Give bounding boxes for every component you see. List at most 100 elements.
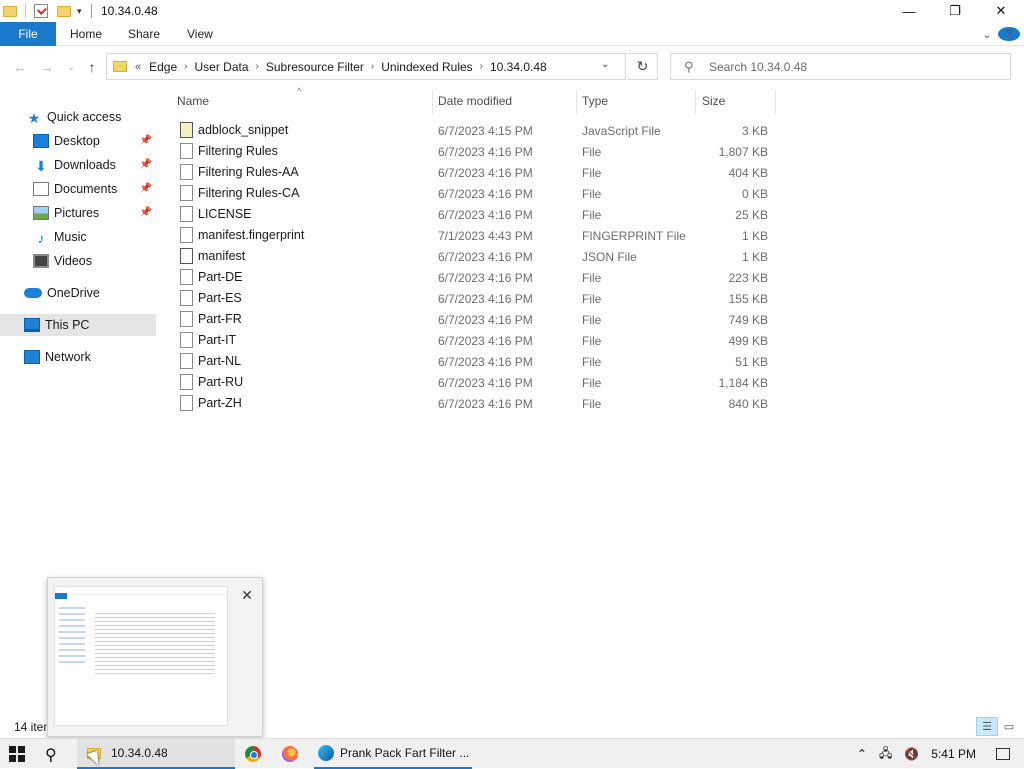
chevron-right-icon[interactable]: › <box>480 61 483 72</box>
address-bar[interactable]: « Edge › User Data › Subresource Filter … <box>106 53 626 80</box>
nav-item-pictures[interactable]: Pictures 📌 <box>0 202 156 224</box>
minimize-button[interactable]: — <box>886 0 932 22</box>
file-size: 3 KB <box>741 124 768 138</box>
chevron-up-icon[interactable]: ⌃ <box>857 747 867 761</box>
nav-item-this-pc[interactable]: This PC <box>0 314 156 336</box>
column-divider[interactable] <box>576 90 577 114</box>
up-arrow-icon[interactable]: ↑ <box>83 58 101 76</box>
navigation-bar: ← → ⌄ ↑ « Edge › User Data › Subresource… <box>0 50 1024 84</box>
column-divider[interactable] <box>695 90 696 114</box>
nav-item-label: Pictures <box>54 206 100 220</box>
chrome-icon[interactable] <box>245 746 261 762</box>
file-row[interactable]: adblock_snippet 6/7/2023 4:15 PM JavaScrip… <box>158 120 1024 141</box>
search-box[interactable]: ⚲ Search 10.34.0.48 <box>670 53 1011 80</box>
file-date-modified: 6/7/2023 4:16 PM <box>438 355 533 369</box>
column-header-size[interactable]: Size <box>702 88 725 114</box>
nav-item-onedrive[interactable]: OneDrive <box>0 282 156 304</box>
column-header-name[interactable]: Name <box>177 88 209 114</box>
file-row[interactable]: Filtering Rules-AA 6/7/2023 4:16 PM File 40… <box>158 162 1024 183</box>
ribbon-controls: ⌄ ? <box>976 22 1024 46</box>
file-date-modified: 6/7/2023 4:16 PM <box>438 250 533 264</box>
nav-item-desktop[interactable]: Desktop 📌 <box>0 130 156 152</box>
onedrive-icon <box>24 288 42 298</box>
system-tray: ⌃ 🖧 🔇 5:41 PM <box>851 739 1024 769</box>
help-icon[interactable]: ? <box>998 27 1020 41</box>
nav-item-documents[interactable]: Documents 📌 <box>0 178 156 200</box>
file-row[interactable]: Part-IT 6/7/2023 4:16 PM File 499 KB <box>158 330 1024 351</box>
details-view-icon[interactable]: ☰ <box>976 717 998 736</box>
file-row[interactable]: LICENSE 6/7/2023 4:16 PM File 25 KB <box>158 204 1024 225</box>
nav-item-label: OneDrive <box>47 286 100 300</box>
breadcrumb-user-data[interactable]: User Data <box>195 60 249 74</box>
toolbar-separator <box>25 4 26 18</box>
windows-start-icon[interactable] <box>9 746 25 762</box>
properties-icon[interactable] <box>34 4 48 18</box>
tab-view[interactable]: View <box>187 22 213 46</box>
nav-item-downloads[interactable]: ⬇ Downloads 📌 <box>0 154 156 176</box>
chevron-right-icon[interactable]: › <box>184 61 187 72</box>
nav-item-network[interactable]: Network <box>0 346 156 368</box>
tab-file[interactable]: File <box>0 22 56 46</box>
chevron-right-icon[interactable]: › <box>371 61 374 72</box>
nav-item-quick-access[interactable]: ★ Quick access <box>0 106 156 128</box>
recent-locations-icon[interactable]: ⌄ <box>62 58 80 76</box>
title-bar: ▾ 10.34.0.48 — ❐ ✕ <box>0 0 1024 22</box>
network-status-icon[interactable]: 🖧 <box>879 744 892 765</box>
file-size: 223 KB <box>728 271 768 285</box>
tab-share[interactable]: Share <box>128 22 160 46</box>
file-row[interactable]: Part-FR 6/7/2023 4:16 PM File 749 KB <box>158 309 1024 330</box>
taskbar-edge[interactable]: Prank Pack Fart Filter ... <box>314 739 472 769</box>
file-size: 155 KB <box>728 292 768 306</box>
column-divider[interactable] <box>775 90 776 114</box>
file-row[interactable]: Filtering Rules 6/7/2023 4:16 PM File 1,807… <box>158 141 1024 162</box>
notification-icon[interactable] <box>996 748 1010 760</box>
firefox-icon[interactable] <box>282 746 298 762</box>
address-dropdown-icon[interactable]: ⌄ <box>601 59 609 70</box>
close-button[interactable]: ✕ <box>978 0 1024 22</box>
breadcrumb-edge[interactable]: Edge <box>149 60 177 74</box>
chevron-right-icon[interactable]: › <box>256 61 259 72</box>
refresh-button[interactable]: ↻ <box>628 53 658 80</box>
restore-button[interactable]: ❐ <box>932 0 978 22</box>
file-row[interactable]: Filtering Rules-CA 6/7/2023 4:16 PM File 0 … <box>158 183 1024 204</box>
file-row[interactable]: Part-ZH 6/7/2023 4:16 PM File 840 KB <box>158 393 1024 414</box>
breadcrumb-unindexed-rules[interactable]: Unindexed Rules <box>381 60 472 74</box>
new-folder-icon[interactable] <box>57 5 71 17</box>
nav-item-music[interactable]: ♪ Music <box>0 226 156 248</box>
file-list: ^ Name Date modified Type Size adblock_s… <box>158 86 1024 723</box>
forward-arrow-icon[interactable]: → <box>38 58 56 76</box>
back-arrow-icon[interactable]: ← <box>11 58 29 76</box>
file-icon <box>180 185 193 201</box>
search-icon[interactable]: ⚲ <box>45 745 57 765</box>
file-icon <box>180 206 193 222</box>
file-size: 25 KB <box>735 208 768 222</box>
close-preview-icon[interactable]: ✕ <box>235 584 259 606</box>
breadcrumb-current[interactable]: 10.34.0.48 <box>490 60 547 74</box>
file-icon <box>180 395 193 411</box>
downloads-icon: ⬇ <box>35 158 47 174</box>
file-row[interactable]: Part-RU 6/7/2023 4:16 PM File 1,184 KB <box>158 372 1024 393</box>
customize-toolbar-dropdown-icon[interactable]: ▾ <box>77 6 82 17</box>
file-row[interactable]: Part-ES 6/7/2023 4:16 PM File 155 KB <box>158 288 1024 309</box>
file-row[interactable]: Part-DE 6/7/2023 4:16 PM File 223 KB <box>158 267 1024 288</box>
file-row[interactable]: manifest.fingerprint 7/1/2023 4:43 PM FING… <box>158 225 1024 246</box>
sort-ascending-icon: ^ <box>297 86 302 96</box>
file-row[interactable]: Part-NL 6/7/2023 4:16 PM File 51 KB <box>158 351 1024 372</box>
nav-item-videos[interactable]: Videos <box>0 250 156 272</box>
column-header-date[interactable]: Date modified <box>438 88 512 114</box>
large-icons-view-icon[interactable]: ▭ <box>998 717 1020 736</box>
clock[interactable]: 5:41 PM <box>931 747 976 761</box>
search-icon: ⚲ <box>684 58 694 74</box>
overflow-crumbs[interactable]: « <box>135 61 141 73</box>
tab-home[interactable]: Home <box>70 22 102 46</box>
preview-titlebar <box>55 587 227 595</box>
taskbar-thumbnail-preview[interactable]: ✕ <box>47 577 263 737</box>
nav-item-label: Network <box>45 350 91 364</box>
expand-ribbon-icon[interactable]: ⌄ <box>976 28 998 41</box>
breadcrumb-subresource-filter[interactable]: Subresource Filter <box>266 60 364 74</box>
column-header-type[interactable]: Type <box>582 88 608 114</box>
taskbar-file-explorer[interactable]: 10.34.0.48 <box>77 739 235 769</box>
column-divider[interactable] <box>432 90 433 114</box>
file-row[interactable]: manifest 6/7/2023 4:16 PM JSON File 1 KB <box>158 246 1024 267</box>
volume-muted-icon[interactable]: 🔇 <box>904 747 919 761</box>
